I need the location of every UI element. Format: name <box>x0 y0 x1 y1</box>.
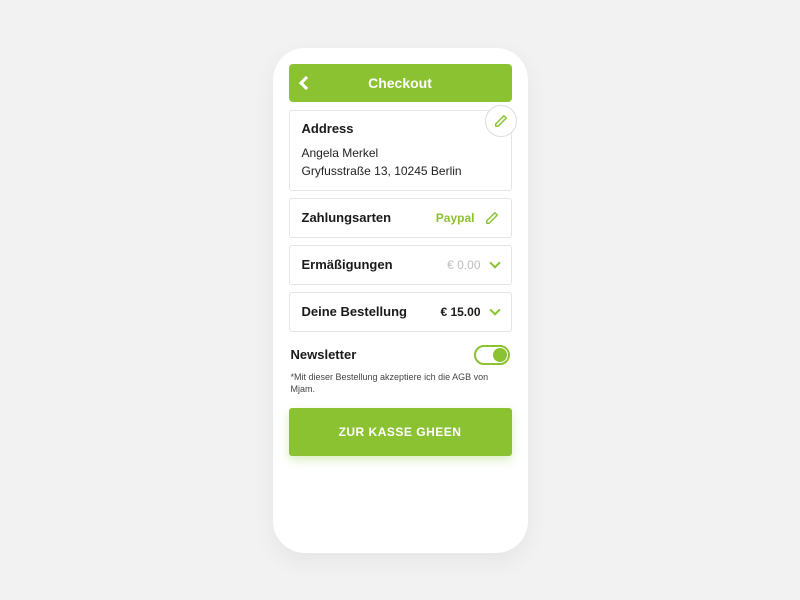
header-bar: Checkout <box>289 64 512 102</box>
newsletter-label: Newsletter <box>291 347 357 362</box>
order-value: € 15.00 <box>440 305 480 319</box>
back-icon[interactable] <box>298 75 312 89</box>
order-row[interactable]: Deine Bestellung € 15.00 <box>289 292 512 332</box>
edit-payment-button[interactable] <box>485 211 499 225</box>
toggle-knob <box>493 348 507 362</box>
pencil-icon <box>494 114 508 128</box>
discounts-value: € 0.00 <box>447 258 480 272</box>
address-street: Gryfusstraße 13, 10245 Berlin <box>302 162 499 180</box>
phone-frame: Checkout Address Angela Merkel Gryfusstr… <box>273 48 528 553</box>
payment-row[interactable]: Zahlungsarten Paypal <box>289 198 512 238</box>
order-label: Deine Bestellung <box>302 304 441 319</box>
edit-address-button[interactable] <box>485 105 517 137</box>
pencil-icon <box>485 211 499 225</box>
discounts-row[interactable]: Ermäßigungen € 0.00 <box>289 245 512 285</box>
checkout-button[interactable]: ZUR KASSE GHEEN <box>289 408 512 456</box>
address-name: Angela Merkel <box>302 144 499 162</box>
newsletter-toggle[interactable] <box>474 345 510 365</box>
payment-value: Paypal <box>436 211 475 225</box>
payment-label: Zahlungsarten <box>302 210 436 225</box>
discounts-label: Ermäßigungen <box>302 257 448 272</box>
address-heading: Address <box>302 121 499 136</box>
address-card: Address Angela Merkel Gryfusstraße 13, 1… <box>289 110 512 191</box>
page-title: Checkout <box>368 75 432 91</box>
newsletter-row: Newsletter <box>289 339 512 367</box>
chevron-down-icon[interactable] <box>489 257 500 268</box>
chevron-down-icon[interactable] <box>489 304 500 315</box>
disclaimer-text: *Mit dieser Bestellung akzeptiere ich di… <box>289 367 512 408</box>
